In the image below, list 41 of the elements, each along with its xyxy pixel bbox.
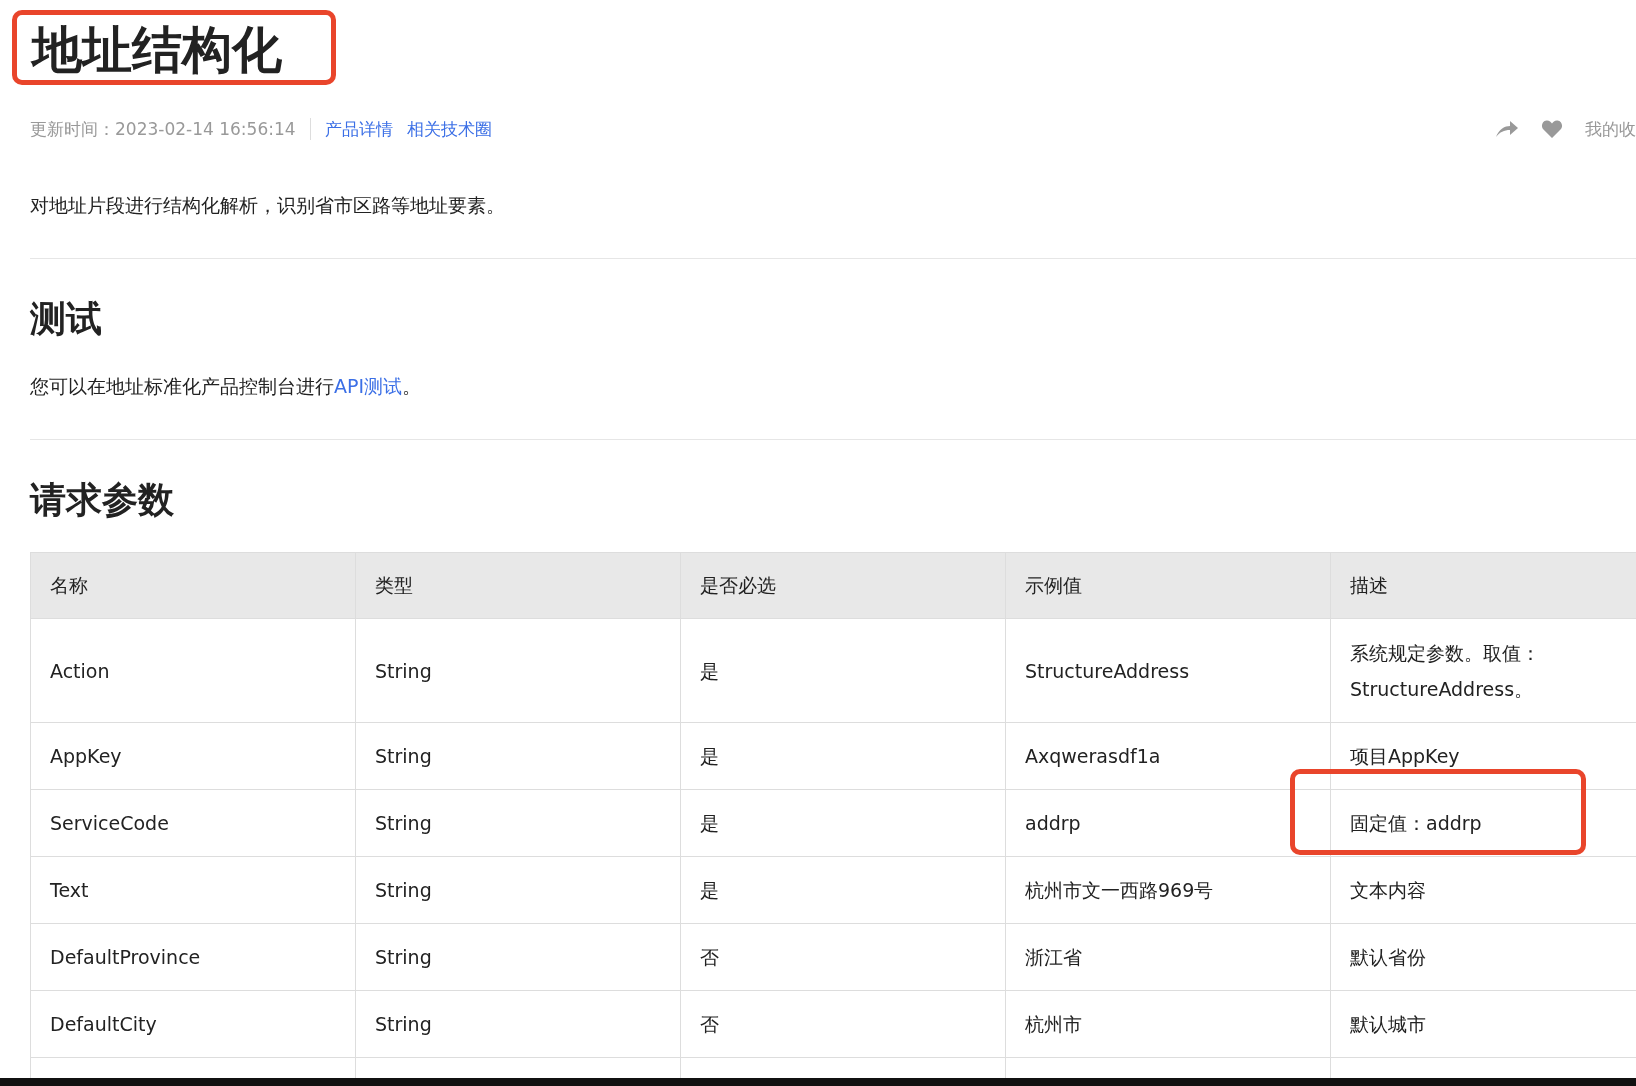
table-cell: DefaultCity xyxy=(30,990,356,1058)
table-cell: 否 xyxy=(680,990,1006,1058)
table-cell: String xyxy=(355,990,681,1058)
section-heading: 测试 xyxy=(30,297,103,341)
update-time: 更新时间：2023-02-14 16:56:14 xyxy=(30,117,296,141)
share-icon[interactable] xyxy=(1495,120,1519,138)
table-cell: String xyxy=(355,618,681,723)
table-cell: Axqwerasdf1a xyxy=(1005,722,1331,790)
column-header: 描述 xyxy=(1330,552,1636,619)
table-cell: Action xyxy=(30,618,356,723)
section-heading: 请求参数 xyxy=(30,478,175,522)
table-cell: String xyxy=(355,923,681,991)
column-header: 是否必选 xyxy=(680,552,1006,619)
table-cell: 是 xyxy=(680,722,1006,790)
column-header: 示例值 xyxy=(1005,552,1331,619)
table-cell: 杭州市 xyxy=(1005,990,1331,1058)
table-cell: 浙江省 xyxy=(1005,923,1331,991)
table-cell: 否 xyxy=(680,923,1006,991)
table-cell: String xyxy=(355,856,681,924)
table-cell: String xyxy=(355,789,681,857)
table-cell: AppKey xyxy=(30,722,356,790)
heart-icon[interactable] xyxy=(1541,119,1563,139)
nav-link[interactable]: 相关技术圈 xyxy=(406,117,492,141)
table-cell: 是 xyxy=(680,618,1006,723)
table-cell: 是 xyxy=(680,856,1006,924)
table-cell: 杭州市文一西路969号 xyxy=(1005,856,1331,924)
table-cell: Text xyxy=(30,856,356,924)
description: 对地址片段进行结构化解析，识别省市区路等地址要素。 xyxy=(30,193,506,218)
column-header: 类型 xyxy=(355,552,681,619)
table-cell: ServiceCode xyxy=(30,789,356,857)
column-header: 名称 xyxy=(30,552,356,619)
page-title: 地址结构化 xyxy=(30,22,282,78)
table-cell: DefaultProvince xyxy=(30,923,356,991)
table-cell: 是 xyxy=(680,789,1006,857)
table-cell: StructureAddress xyxy=(1005,618,1331,723)
favorites-link[interactable]: 我的收 xyxy=(1585,117,1636,141)
table-cell: String xyxy=(355,722,681,790)
nav-link[interactable]: 产品详情 xyxy=(324,117,393,141)
table-cell: addrp xyxy=(1005,789,1331,857)
api-test-link[interactable]: API测试 xyxy=(334,375,403,397)
test-paragraph: 您可以在地址标准化产品控制台进行API测试。 xyxy=(30,374,423,399)
